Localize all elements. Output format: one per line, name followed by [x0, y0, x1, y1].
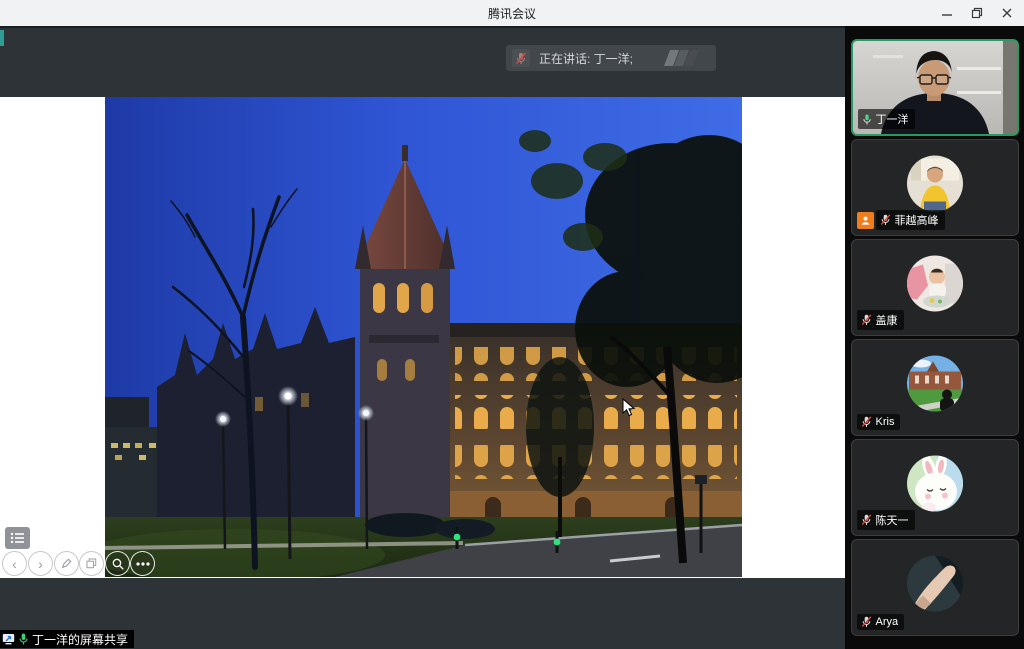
- avatar-image: [907, 355, 963, 411]
- mic-on-icon: [862, 113, 872, 126]
- titlebar: 腾讯会议: [0, 0, 1024, 27]
- participant-tile-gaikang[interactable]: 盖康: [851, 239, 1019, 336]
- shared-screen-view: 正在讲话: 丁一洋;: [0, 26, 845, 649]
- mic-muted-icon: [861, 514, 872, 526]
- screen-share-icon: [2, 633, 15, 645]
- participant-tile-arya[interactable]: Arya: [851, 539, 1019, 636]
- speaking-text: 正在讲话: 丁一洋;: [539, 50, 633, 67]
- copy-button[interactable]: [79, 551, 104, 576]
- minimize-button[interactable]: [932, 0, 962, 26]
- pen-icon: [60, 557, 73, 570]
- mic-muted-icon: [861, 416, 872, 428]
- speaking-banner: 正在讲话: 丁一洋;: [506, 45, 716, 71]
- mouse-cursor: [622, 398, 635, 422]
- shared-screen-top-band: 正在讲话: 丁一洋;: [0, 26, 845, 97]
- ellipsis-icon: [136, 562, 150, 566]
- next-page-button[interactable]: ›: [28, 551, 53, 576]
- chevron-right-icon: ›: [38, 557, 43, 571]
- restore-button[interactable]: [962, 0, 992, 26]
- magnifier-icon: [111, 557, 125, 571]
- copy-icon: [85, 557, 98, 570]
- list-icon: [10, 532, 25, 544]
- magnifier-button[interactable]: [105, 551, 130, 576]
- shared-photo: [105, 97, 742, 577]
- avatar-image: [907, 255, 963, 311]
- mic-on-icon: [18, 632, 29, 646]
- mic-muted-icon: [861, 314, 872, 326]
- avatar-image: [907, 555, 963, 611]
- annotation-menu-button[interactable]: [5, 527, 30, 549]
- participant-tile-kris[interactable]: Kris: [851, 339, 1019, 436]
- meeting-window: 腾讯会议: [0, 0, 1024, 649]
- pen-button[interactable]: [54, 551, 79, 576]
- share-status-text: 丁一洋的屏幕共享: [32, 631, 128, 648]
- participant-tile-dingyiyang[interactable]: 丁一洋: [851, 39, 1019, 136]
- tencent-meeting-logo-icon: [664, 50, 710, 66]
- participant-name: 丁一洋: [876, 111, 909, 127]
- participant-name: Kris: [876, 416, 895, 428]
- accent-sliver: [0, 30, 4, 46]
- close-button[interactable]: [992, 0, 1022, 26]
- window-title: 腾讯会议: [488, 5, 536, 22]
- mic-muted-icon: [880, 214, 891, 226]
- avatar-image: [907, 455, 963, 511]
- participant-grid: 丁一洋: [845, 26, 1024, 649]
- host-badge-icon: [857, 212, 874, 229]
- mic-muted-icon: [512, 49, 530, 67]
- participant-name: 菲越高峰: [895, 212, 939, 228]
- participant-tile-chentianyi[interactable]: 陈天一: [851, 439, 1019, 536]
- participant-name: 陈天一: [876, 512, 909, 528]
- participant-name: Arya: [876, 616, 899, 628]
- participant-name: 盖康: [876, 312, 898, 328]
- more-button[interactable]: [130, 551, 155, 576]
- window-controls: [932, 0, 1022, 26]
- participant-tile-feiyuegaofeng[interactable]: 菲越高峰: [851, 139, 1019, 236]
- minimize-icon: [941, 7, 953, 19]
- chevron-left-icon: ‹: [12, 557, 17, 571]
- prev-page-button[interactable]: ‹: [2, 551, 27, 576]
- close-icon: [1001, 7, 1013, 19]
- avatar-image: [907, 155, 963, 211]
- share-status-chip: 丁一洋的屏幕共享: [0, 630, 134, 648]
- mic-muted-icon: [861, 616, 872, 628]
- restore-icon: [971, 7, 983, 19]
